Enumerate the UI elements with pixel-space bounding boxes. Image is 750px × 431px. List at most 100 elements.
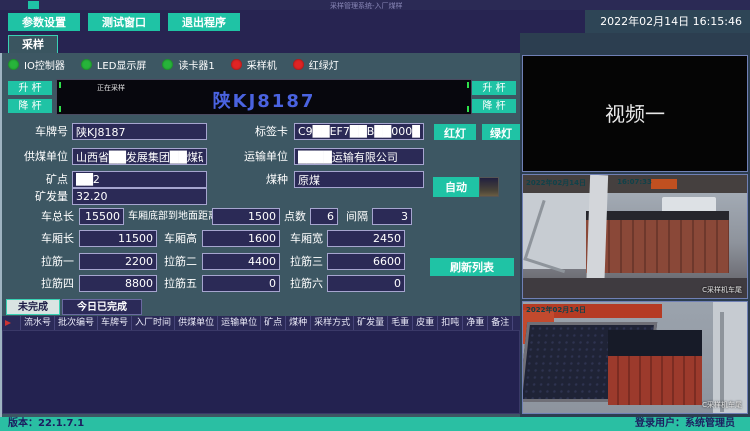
plate-label: 车牌号 bbox=[6, 123, 68, 140]
led-on-icon bbox=[8, 59, 19, 70]
led-label: LED显示屏 bbox=[97, 57, 147, 72]
tie2-input[interactable] bbox=[202, 253, 280, 270]
camera-time-overlay: 16:07:33 bbox=[617, 178, 652, 186]
coal-top-shape bbox=[608, 330, 702, 356]
col-header[interactable]: 备注 bbox=[488, 316, 513, 330]
raise-rod-button-left[interactable]: 升 杆 bbox=[8, 81, 52, 95]
box-length-label: 车厢长 bbox=[6, 230, 74, 247]
camera-date-overlay: 2022年02月14日 bbox=[526, 178, 586, 188]
col-header[interactable]: 扣吨 bbox=[438, 316, 463, 330]
sampling-panel: IO控制器 LED显示屏 读卡器1 采样机 红绿灯 升 杆 降 杆 升 杆 降 … bbox=[0, 53, 520, 417]
lower-rod-button-left[interactable]: 降 杆 bbox=[8, 99, 52, 113]
floor-height-input[interactable] bbox=[212, 208, 280, 225]
box-width-input[interactable] bbox=[327, 230, 405, 247]
led-sampler: 采样机 bbox=[231, 57, 277, 72]
status-bar: 版本：22.1.7.1 登录用户：系统管理员 bbox=[0, 417, 750, 431]
box-length-input[interactable] bbox=[79, 230, 157, 247]
green-light-button[interactable]: 绿灯 bbox=[482, 124, 520, 140]
col-header[interactable]: 煤种 bbox=[286, 316, 311, 330]
tie3-input[interactable] bbox=[327, 253, 405, 270]
supplier-input[interactable] bbox=[72, 148, 207, 165]
col-header[interactable]: 矿点 bbox=[261, 316, 286, 330]
tab-sampling[interactable]: 采样 bbox=[8, 35, 58, 54]
box-height-label: 车厢高 bbox=[162, 230, 197, 247]
video-panel: 视频一 2022年02月14日 16:07:33 C采样机车尾 2022年02月… bbox=[520, 33, 750, 417]
tie4-input[interactable] bbox=[79, 275, 157, 292]
col-header[interactable]: 批次编号 bbox=[55, 316, 98, 330]
floor-height-label: 车厢底部到地面距离 bbox=[128, 208, 210, 225]
col-header[interactable]: 毛重 bbox=[388, 316, 413, 330]
table-header-row: 流水号 批次编号 车牌号 入厂时间 供煤单位 运输单位 矿点 煤种 采样方式 矿… bbox=[2, 316, 520, 330]
app-window: 采样管理系统-入厂煤样 参数设置 测试窗口 退出程序 2022年02月14日 1… bbox=[0, 0, 750, 431]
led-label: 采样机 bbox=[247, 57, 277, 72]
refresh-list-button[interactable]: 刷新列表 bbox=[430, 258, 514, 276]
tie6-label: 拉筋六 bbox=[288, 275, 323, 292]
plate-input[interactable] bbox=[72, 123, 207, 140]
red-light-button[interactable]: 红灯 bbox=[434, 124, 476, 140]
tie2-label: 拉筋二 bbox=[162, 253, 197, 270]
led-off-icon bbox=[231, 59, 242, 70]
wall-shape bbox=[713, 302, 747, 413]
col-header[interactable]: 净重 bbox=[463, 316, 488, 330]
col-header[interactable]: 入厂时间 bbox=[132, 316, 175, 330]
settings-button[interactable]: 参数设置 bbox=[8, 13, 80, 31]
led-card-reader: 读卡器1 bbox=[162, 57, 214, 72]
raise-rod-button-right[interactable]: 升 杆 bbox=[472, 81, 516, 95]
box-height-input[interactable] bbox=[202, 230, 280, 247]
user-label: 登录用户： bbox=[635, 418, 685, 429]
user-value: 系统管理员 bbox=[685, 418, 735, 429]
datetime-display: 2022年02月14日 16:15:46 bbox=[585, 10, 750, 33]
dispatch-input[interactable] bbox=[72, 188, 207, 205]
interval-input[interactable] bbox=[372, 208, 412, 225]
camera-name-overlay: C采样机车尾 bbox=[702, 400, 742, 410]
carrier-input[interactable] bbox=[294, 148, 424, 165]
camera-date-overlay: 2022年02月14日 bbox=[526, 305, 586, 315]
led-on-icon bbox=[81, 59, 92, 70]
tag-card-label: 标签卡 bbox=[242, 123, 288, 140]
tie5-label: 拉筋五 bbox=[162, 275, 197, 292]
tag-card-input[interactable] bbox=[294, 123, 424, 140]
truck-trailer-shape bbox=[586, 215, 729, 273]
video-feed-1[interactable]: 视频一 bbox=[522, 55, 748, 172]
machinery-shape bbox=[651, 179, 677, 189]
video-feed-3[interactable]: 2022年02月14日 C采样机车尾 bbox=[522, 301, 748, 414]
row-marker-icon bbox=[2, 316, 21, 330]
mine-point-input[interactable] bbox=[72, 171, 207, 188]
total-length-input[interactable] bbox=[79, 208, 124, 225]
tie1-input[interactable] bbox=[79, 253, 157, 270]
col-header[interactable]: 车牌号 bbox=[98, 316, 132, 330]
points-input[interactable] bbox=[310, 208, 338, 225]
led-display-panel: 正在采样 陕KJ8187 bbox=[56, 79, 472, 115]
tie3-label: 拉筋三 bbox=[288, 253, 323, 270]
col-header[interactable]: 皮重 bbox=[413, 316, 438, 330]
col-header[interactable]: 矿发量 bbox=[354, 316, 388, 330]
login-user-info: 登录用户：系统管理员 bbox=[635, 417, 735, 431]
dispatch-label: 矿发量 bbox=[6, 188, 68, 205]
mine-point-label: 矿点 bbox=[6, 171, 68, 188]
test-window-button[interactable]: 测试窗口 bbox=[88, 13, 160, 31]
tie6-input[interactable] bbox=[327, 275, 405, 292]
video1-placeholder-text: 视频一 bbox=[523, 98, 747, 127]
col-header[interactable]: 流水号 bbox=[21, 316, 55, 330]
col-header[interactable]: 供煤单位 bbox=[175, 316, 218, 330]
carrier-label: 运输单位 bbox=[242, 148, 288, 165]
auto-mode-toggle[interactable] bbox=[479, 177, 499, 197]
auto-mode-button[interactable]: 自动 bbox=[433, 177, 479, 197]
tab-unfinished[interactable]: 未完成 bbox=[6, 299, 60, 315]
video-feed-2[interactable]: 2022年02月14日 16:07:33 C采样机车尾 bbox=[522, 174, 748, 299]
supplier-label: 供煤单位 bbox=[6, 148, 68, 165]
pending-list-table[interactable] bbox=[2, 330, 520, 414]
device-status-row: IO控制器 LED显示屏 读卡器1 采样机 红绿灯 bbox=[8, 57, 355, 72]
col-header[interactable]: 运输单位 bbox=[218, 316, 261, 330]
title-bar: 采样管理系统-入厂煤样 bbox=[0, 0, 750, 10]
exit-button[interactable]: 退出程序 bbox=[168, 13, 240, 31]
lower-rod-button-right[interactable]: 降 杆 bbox=[472, 99, 516, 113]
led-display-screen: LED显示屏 bbox=[81, 57, 147, 72]
col-header[interactable]: 采样方式 bbox=[311, 316, 354, 330]
led-traffic-light: 红绿灯 bbox=[293, 57, 339, 72]
led-plate-number: 陕KJ8187 bbox=[57, 87, 471, 113]
led-io-controller: IO控制器 bbox=[8, 57, 65, 72]
tie5-input[interactable] bbox=[202, 275, 280, 292]
coal-type-input[interactable] bbox=[294, 171, 424, 188]
tab-today-finished[interactable]: 今日已完成 bbox=[62, 299, 142, 315]
